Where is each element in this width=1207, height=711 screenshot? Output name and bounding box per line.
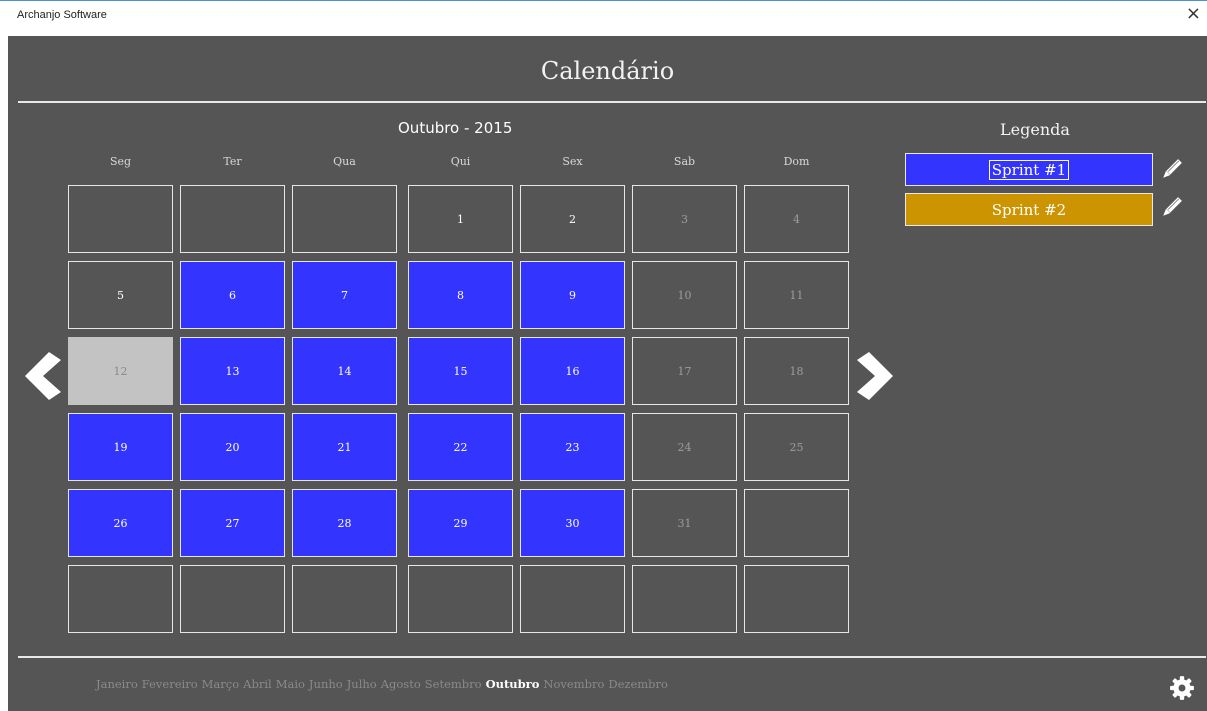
day-cell[interactable]: 20: [180, 413, 285, 481]
empty-day-cell[interactable]: [68, 185, 173, 253]
day-cell[interactable]: 5: [68, 261, 173, 329]
page-title: Calendário: [540, 57, 675, 85]
month-title: Outubro - 2015: [398, 119, 513, 137]
day-cell[interactable]: 6: [180, 261, 285, 329]
weekday-label: Sex: [562, 155, 583, 168]
empty-day-cell[interactable]: [520, 565, 625, 633]
header-divider: [18, 101, 1206, 103]
empty-day-cell[interactable]: [68, 565, 173, 633]
month-link-setembro[interactable]: Setembro: [425, 677, 482, 691]
month-link-fevereiro[interactable]: Fevereiro: [142, 677, 198, 691]
gear-icon[interactable]: [1169, 675, 1195, 701]
chevron-left-icon: [25, 352, 61, 400]
month-link-abril[interactable]: Abril: [243, 677, 272, 691]
empty-day-cell[interactable]: [180, 565, 285, 633]
month-link-dezembro[interactable]: Dezembro: [608, 677, 668, 691]
prev-month-button[interactable]: [21, 352, 61, 400]
calendar-app: Calendário Outubro - 2015 Seg Ter Qua Qu…: [8, 36, 1207, 711]
day-cell[interactable]: 12: [68, 337, 173, 405]
day-cell[interactable]: 2: [520, 185, 625, 253]
day-cell[interactable]: 3: [632, 185, 737, 253]
month-nav: Janeiro Fevereiro Março Abril Maio Junho Julho…: [96, 677, 672, 691]
legend-title: Legenda: [1000, 120, 1070, 139]
day-cell[interactable]: 22: [408, 413, 513, 481]
day-cell[interactable]: 21: [292, 413, 397, 481]
empty-day-cell[interactable]: [744, 489, 849, 557]
day-cell[interactable]: 29: [408, 489, 513, 557]
day-cell[interactable]: 28: [292, 489, 397, 557]
window-titlebar: Archanjo Software ×: [0, 0, 1207, 36]
month-link-janeiro[interactable]: Janeiro: [96, 677, 138, 691]
month-link-outubro[interactable]: Outubro: [486, 677, 540, 691]
empty-day-cell[interactable]: [180, 185, 285, 253]
day-cell[interactable]: 7: [292, 261, 397, 329]
day-cell[interactable]: 1: [408, 185, 513, 253]
day-cell[interactable]: 17: [632, 337, 737, 405]
month-link-março[interactable]: Março: [202, 677, 240, 691]
legend-item-sprint-2[interactable]: Sprint #2: [905, 193, 1153, 226]
day-cell[interactable]: 9: [520, 261, 625, 329]
month-link-novembro[interactable]: Novembro: [543, 677, 604, 691]
legend-item-sprint-1[interactable]: Sprint #1: [905, 153, 1153, 186]
month-link-maio[interactable]: Maio: [276, 677, 305, 691]
close-button[interactable]: ×: [1186, 5, 1201, 23]
day-cell[interactable]: 30: [520, 489, 625, 557]
pencil-icon[interactable]: [1159, 196, 1183, 220]
day-cell[interactable]: 18: [744, 337, 849, 405]
day-cell[interactable]: 11: [744, 261, 849, 329]
day-cell[interactable]: 23: [520, 413, 625, 481]
footer-divider: [18, 656, 1206, 658]
day-cell[interactable]: 26: [68, 489, 173, 557]
day-cell[interactable]: 27: [180, 489, 285, 557]
next-month-button[interactable]: [857, 352, 897, 400]
day-cell[interactable]: 25: [744, 413, 849, 481]
empty-day-cell[interactable]: [408, 565, 513, 633]
weekday-label: Ter: [223, 155, 242, 168]
day-cell[interactable]: 24: [632, 413, 737, 481]
weekday-label: Sab: [673, 155, 696, 168]
day-cell[interactable]: 14: [292, 337, 397, 405]
legend-item-label: Sprint #2: [991, 200, 1067, 219]
day-cell[interactable]: 8: [408, 261, 513, 329]
empty-day-cell[interactable]: [292, 565, 397, 633]
weekday-label: Dom: [783, 155, 810, 168]
day-cell[interactable]: 31: [632, 489, 737, 557]
day-cell[interactable]: 19: [68, 413, 173, 481]
month-link-agosto[interactable]: Agosto: [381, 677, 421, 691]
day-cell[interactable]: 13: [180, 337, 285, 405]
window-title: Archanjo Software: [17, 9, 107, 21]
day-cell[interactable]: 16: [520, 337, 625, 405]
day-cell[interactable]: 10: [632, 261, 737, 329]
empty-day-cell[interactable]: [744, 565, 849, 633]
weekday-label: Seg: [109, 155, 132, 168]
day-cell[interactable]: 4: [744, 185, 849, 253]
weekday-label: Qui: [450, 155, 471, 168]
month-link-julho[interactable]: Julho: [347, 677, 377, 691]
legend-item-label: Sprint #1: [988, 159, 1070, 180]
day-cell[interactable]: 15: [408, 337, 513, 405]
weekday-label: Qua: [333, 155, 356, 168]
pencil-icon[interactable]: [1159, 158, 1183, 182]
empty-day-cell[interactable]: [292, 185, 397, 253]
chevron-right-icon: [857, 352, 893, 400]
month-link-junho[interactable]: Junho: [309, 677, 343, 691]
empty-day-cell[interactable]: [632, 565, 737, 633]
